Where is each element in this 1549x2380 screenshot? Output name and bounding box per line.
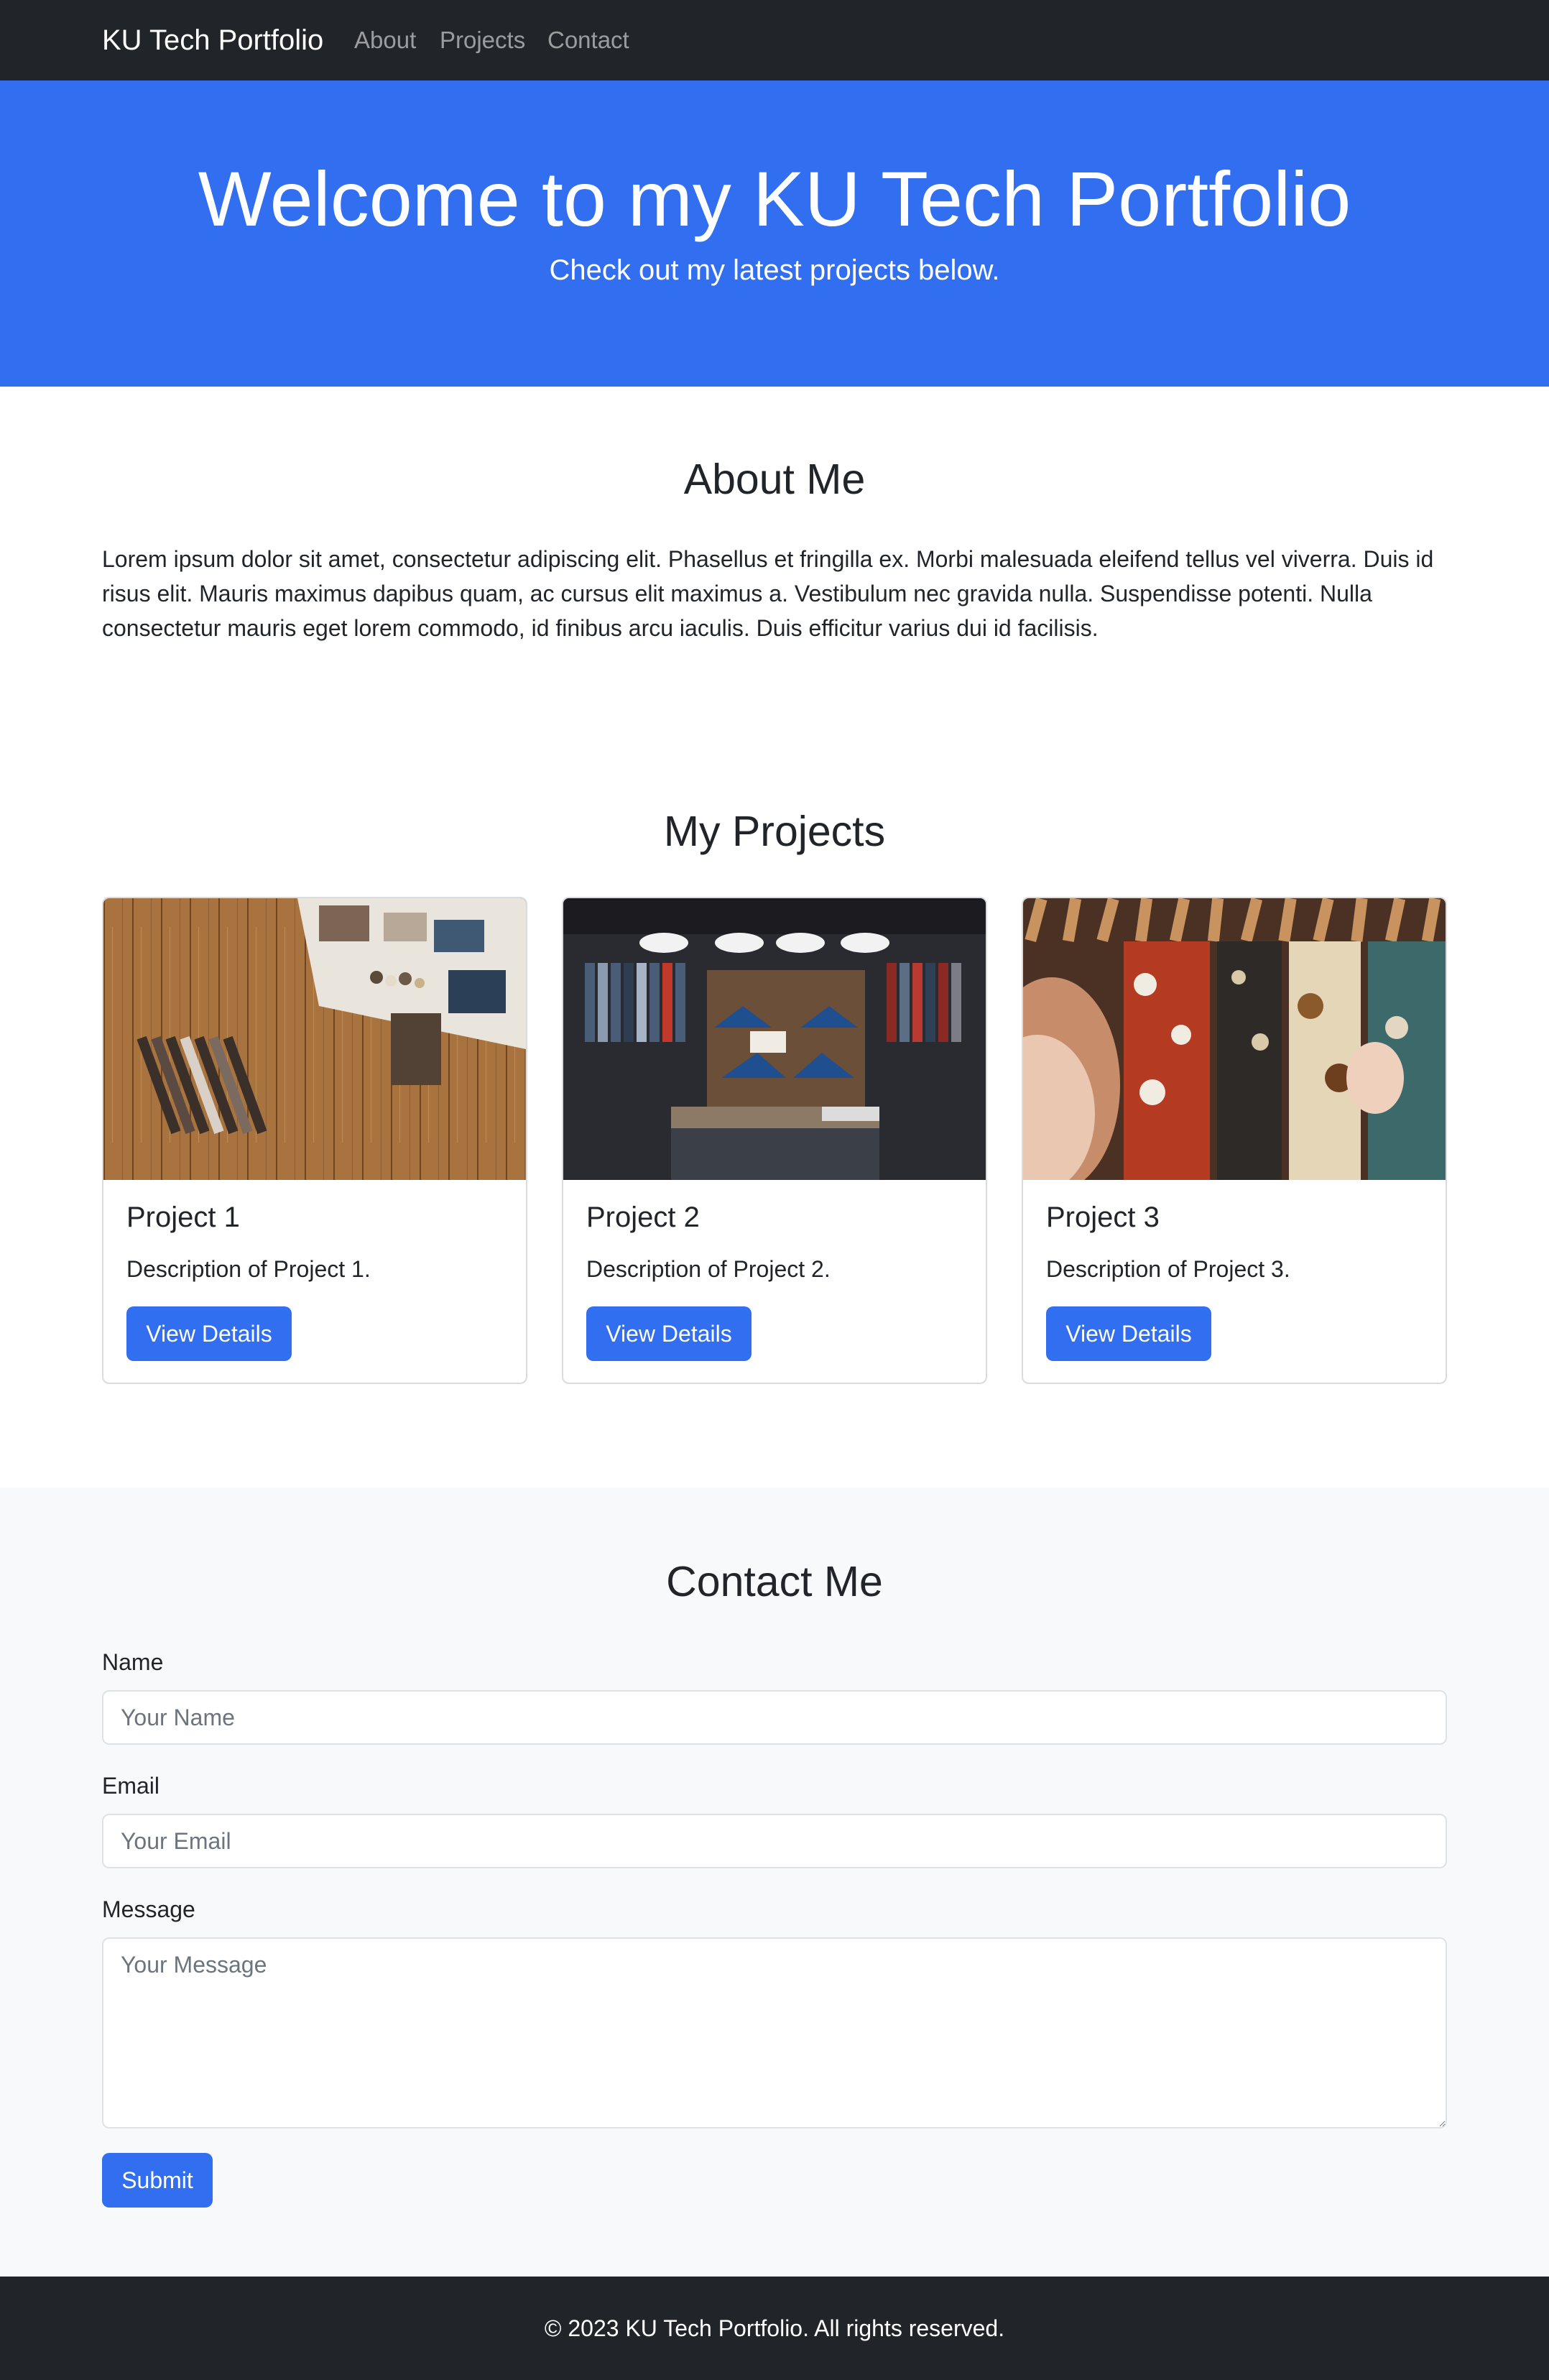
project-card-3: Project 3 Description of Project 3. View… [1022, 897, 1447, 1384]
project-3-image [1023, 898, 1446, 1180]
project-1-image [103, 898, 526, 1180]
nav-link-about[interactable]: About [354, 0, 416, 80]
hero-subtitle: Check out my latest projects below. [549, 254, 1000, 286]
email-input[interactable] [102, 1814, 1447, 1868]
navbar: KU Tech Portfolio About Projects Contact [0, 0, 1549, 80]
email-label: Email [102, 1773, 160, 1799]
about-text: Lorem ipsum dolor sit amet, consectetur … [102, 546, 1434, 641]
message-textarea[interactable] [102, 1937, 1447, 2128]
footer: © 2023 KU Tech Portfolio. All rights res… [0, 2277, 1549, 2380]
hero-banner: Welcome to my KU Tech Portfolio Check ou… [0, 80, 1549, 387]
nav-link-contact[interactable]: Contact [547, 0, 629, 80]
submit-button[interactable]: Submit [102, 2153, 213, 2208]
project-2-title: Project 2 [586, 1201, 700, 1233]
contact-title: Contact Me [666, 1558, 883, 1605]
nav-link-projects[interactable]: Projects [440, 0, 525, 80]
project-1-view-details-button[interactable]: View Details [126, 1306, 292, 1361]
navbar-brand[interactable]: KU Tech Portfolio [102, 0, 323, 80]
project-3-view-details-button[interactable]: View Details [1046, 1306, 1211, 1361]
project-card-1: Project 1 Description of Project 1. View… [102, 897, 527, 1384]
message-label: Message [102, 1896, 195, 1922]
name-input[interactable] [102, 1690, 1447, 1745]
about-title: About Me [683, 456, 866, 503]
name-label: Name [102, 1649, 164, 1675]
project-2-description: Description of Project 2. [586, 1256, 831, 1282]
projects-title: My Projects [663, 808, 886, 855]
hero-title: Welcome to my KU Tech Portfolio [198, 155, 1351, 242]
project-3-title: Project 3 [1046, 1201, 1160, 1233]
contact-section: Contact Me Name Email Message Submit [0, 1488, 1549, 2277]
project-2-image [563, 898, 986, 1180]
project-card-2: Project 2 Description of Project 2. View… [562, 897, 987, 1384]
project-2-view-details-button[interactable]: View Details [586, 1306, 752, 1361]
footer-text: © 2023 KU Tech Portfolio. All rights res… [544, 2315, 1005, 2341]
project-1-description: Description of Project 1. [126, 1256, 371, 1282]
project-3-description: Description of Project 3. [1046, 1256, 1290, 1282]
project-1-title: Project 1 [126, 1201, 240, 1233]
